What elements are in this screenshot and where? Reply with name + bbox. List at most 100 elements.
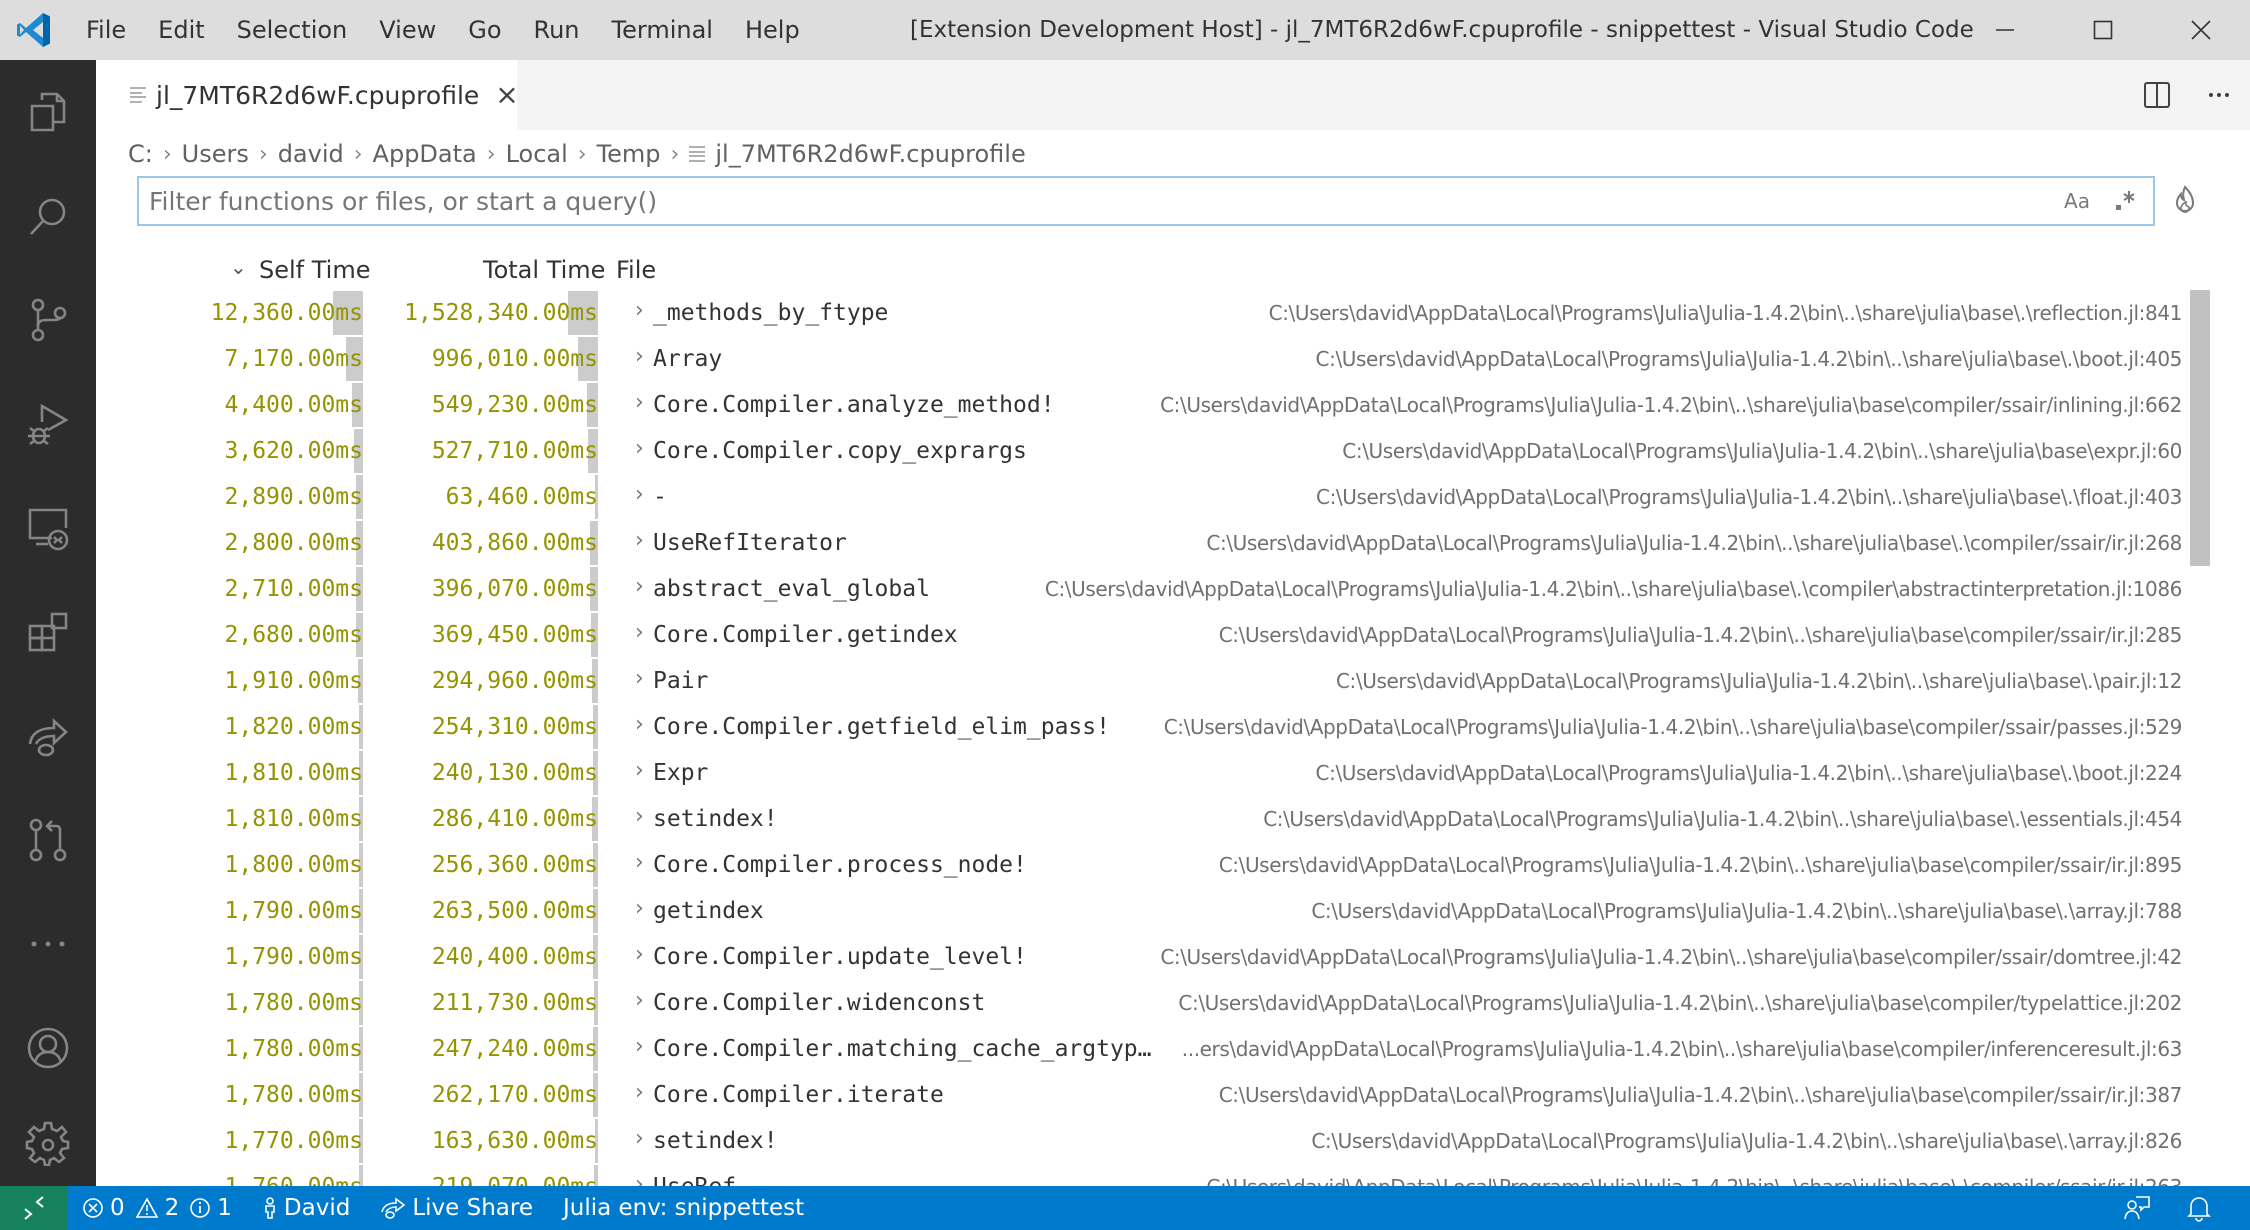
expand-chevron-icon[interactable]: › [635,658,644,700]
function-name[interactable]: Core.Compiler.getindex [653,612,958,658]
expand-chevron-icon[interactable]: › [635,612,644,654]
column-header-file[interactable]: File [616,252,656,288]
expand-chevron-icon[interactable]: › [635,842,644,884]
file-path-link[interactable]: C:\Users\david\AppData\Local\Programs\Ju… [1206,1164,2182,1186]
expand-chevron-icon[interactable]: › [635,704,644,746]
tab-cpuprofile[interactable]: jl_7MT6R2d6wF.cpuprofile × [96,60,519,130]
expand-chevron-icon[interactable]: › [635,566,644,608]
expand-chevron-icon[interactable]: › [635,1026,644,1068]
file-path-link[interactable]: C:\Users\david\AppData\Local\Programs\Ju… [1164,704,2183,750]
breadcrumb-file[interactable]: jl_7MT6R2d6wF.cpuprofile [715,140,1025,168]
breadcrumb-item[interactable]: Temp [597,140,661,168]
function-name[interactable]: Core.Compiler.getfield_elim_pass! [653,704,1110,750]
table-row[interactable]: 1,790.00ms 263,500.00ms › getindex C:\Users\… [0,888,2190,934]
function-name[interactable]: _methods_by_ftype [653,290,888,336]
table-row[interactable]: 1,760.00ms 219,070.00ms › UseRef C:\Users\da… [0,1164,2190,1186]
table-row[interactable]: 2,710.00ms 396,070.00ms › abstract_eval_glo… [0,566,2190,612]
breadcrumb-item[interactable]: AppData [373,140,477,168]
close-window-button[interactable] [2152,0,2250,60]
remote-indicator[interactable] [0,1186,67,1230]
function-name[interactable]: Core.Compiler.widenconst [653,980,985,1026]
menu-go[interactable]: Go [452,0,517,60]
file-path-link[interactable]: C:\Users\david\AppData\Local\Programs\Ju… [1336,658,2182,704]
file-path-link[interactable]: C:\Users\david\AppData\Local\Programs\Ju… [1206,520,2182,566]
file-path-link[interactable]: C:\Users\david\AppData\Local\Programs\Ju… [1263,796,2182,842]
breadcrumb-item[interactable]: Users [182,140,249,168]
function-name[interactable]: Pair [653,658,708,704]
menu-run[interactable]: Run [518,0,596,60]
file-path-link[interactable]: C:\Users\david\AppData\Local\Programs\Ju… [1311,1118,2182,1164]
file-path-link[interactable]: C:\Users\david\AppData\Local\Programs\Ju… [1219,612,2183,658]
match-case-toggle[interactable]: Aa [2057,184,2097,218]
function-name[interactable]: setindex! [653,1118,778,1164]
function-name[interactable]: Core.Compiler.analyze_method! [653,382,1055,428]
function-name[interactable]: Core.Compiler.iterate [653,1072,944,1118]
table-row[interactable]: 1,780.00ms 247,240.00ms › Core.Compiler.mat… [0,1026,2190,1072]
expand-chevron-icon[interactable]: › [635,1072,644,1114]
maximize-button[interactable] [2054,0,2152,60]
more-actions-button[interactable] [2188,60,2250,130]
expand-chevron-icon[interactable]: › [635,336,644,378]
menu-file[interactable]: File [70,0,142,60]
function-name[interactable]: abstract_eval_global [653,566,930,612]
breadcrumb-item[interactable]: david [278,140,344,168]
expand-chevron-icon[interactable]: › [635,934,644,976]
function-name[interactable]: Core.Compiler.process_node! [653,842,1027,888]
expand-chevron-icon[interactable]: › [635,1164,644,1186]
function-name[interactable]: Core.Compiler.update_level! [653,934,1027,980]
column-header-self-time[interactable]: Self Time [259,252,370,288]
function-name[interactable]: Expr [653,750,708,796]
notifications-button[interactable] [2168,1186,2230,1230]
tab-close-button[interactable]: × [495,81,518,109]
file-path-link[interactable]: C:\Users\david\AppData\Local\Programs\Ju… [1311,888,2182,934]
table-row[interactable]: 12,360.00ms 1,528,340.00ms › _methods_by_ft… [0,290,2190,336]
expand-chevron-icon[interactable]: › [635,1118,644,1160]
live-share-status[interactable]: Live Share [380,1195,533,1221]
table-row[interactable]: 1,820.00ms 254,310.00ms › Core.Compiler.get… [0,704,2190,750]
table-row[interactable]: 4,400.00ms 549,230.00ms › Core.Compiler.ana… [0,382,2190,428]
table-row[interactable]: 1,790.00ms 240,400.00ms › Core.Compiler.upd… [0,934,2190,980]
function-name[interactable]: setindex! [653,796,778,842]
menu-selection[interactable]: Selection [221,0,364,60]
menu-view[interactable]: View [363,0,452,60]
file-path-link[interactable]: C:\Users\david\AppData\Local\Programs\Ju… [1316,750,2183,796]
table-row[interactable]: 1,910.00ms 294,960.00ms › Pair C:\Users\davi… [0,658,2190,704]
file-path-link[interactable]: C:\Users\david\AppData\Local\Programs\Ju… [1219,842,2183,888]
breadcrumb-item[interactable]: C: [128,140,153,168]
table-row[interactable]: 1,800.00ms 256,360.00ms › Core.Compiler.pro… [0,842,2190,888]
file-path-link[interactable]: C:\Users\david\AppData\Local\Programs\Ju… [1160,382,2182,428]
function-name[interactable]: Array [653,336,722,382]
expand-chevron-icon[interactable]: › [635,888,644,930]
file-path-link[interactable]: C:\Users\david\AppData\Local\Programs\Ju… [1178,980,2182,1026]
function-name[interactable]: UseRef [653,1164,736,1186]
table-row[interactable]: 2,890.00ms 63,460.00ms › - C:\Users\david\Ap… [0,474,2190,520]
menu-edit[interactable]: Edit [142,0,220,60]
table-row[interactable]: 3,620.00ms 527,710.00ms › Core.Compiler.cop… [0,428,2190,474]
live-share-user[interactable]: David [262,1195,350,1221]
table-row[interactable]: 1,770.00ms 163,630.00ms › setindex! C:\Users… [0,1118,2190,1164]
expand-chevron-icon[interactable]: › [635,796,644,838]
file-path-link[interactable]: ...ers\david\AppData\Local\Programs\Juli… [1182,1026,2183,1072]
expand-chevron-icon[interactable]: › [635,474,644,516]
flame-graph-button[interactable] [2165,180,2205,220]
file-path-link[interactable]: C:\Users\david\AppData\Local\Programs\Ju… [1316,336,2183,382]
table-row[interactable]: 2,680.00ms 369,450.00ms › Core.Compiler.get… [0,612,2190,658]
menu-terminal[interactable]: Terminal [596,0,729,60]
file-path-link[interactable]: C:\Users\david\AppData\Local\Programs\Ju… [1160,934,2182,980]
split-editor-button[interactable] [2126,60,2188,130]
table-row[interactable]: 2,800.00ms 403,860.00ms › UseRefIterator C:\… [0,520,2190,566]
expand-chevron-icon[interactable]: › [635,290,644,332]
table-row[interactable]: 7,170.00ms 996,010.00ms › Array C:\Users\dav… [0,336,2190,382]
file-path-link[interactable]: C:\Users\david\AppData\Local\Programs\Ju… [1269,290,2183,336]
vertical-scrollbar[interactable] [2190,290,2210,566]
menu-help[interactable]: Help [729,0,816,60]
column-header-total-time[interactable]: Total Time [483,252,605,288]
breadcrumb-item[interactable]: Local [506,140,568,168]
expand-chevron-icon[interactable]: › [635,750,644,792]
expand-chevron-icon[interactable]: › [635,980,644,1022]
file-path-link[interactable]: C:\Users\david\AppData\Local\Programs\Ju… [1316,474,2182,520]
table-row[interactable]: 1,810.00ms 240,130.00ms › Expr C:\Users\davi… [0,750,2190,796]
function-name[interactable]: Core.Compiler.matching_cache_argtyp… [653,1026,1152,1072]
table-row[interactable]: 1,780.00ms 211,730.00ms › Core.Compiler.wid… [0,980,2190,1026]
expand-chevron-icon[interactable]: › [635,428,644,470]
